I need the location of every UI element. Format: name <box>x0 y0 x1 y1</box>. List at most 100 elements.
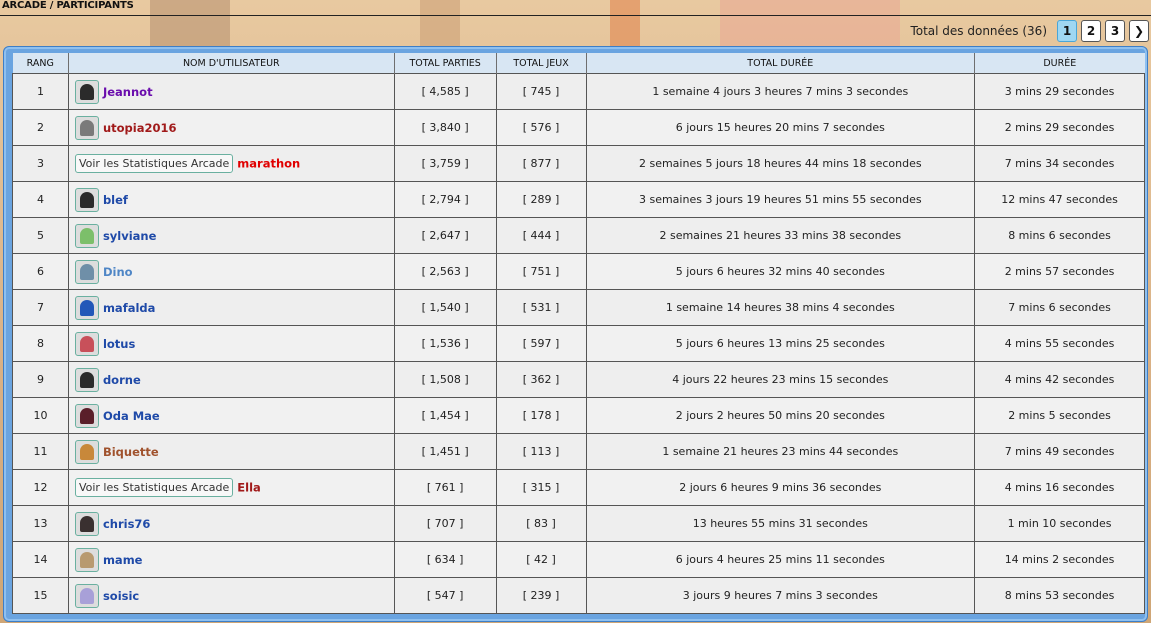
table-row: 8 lotus [ 1,536 ][ 597 ] 5 jours 6 heures 1… <box>12 325 1145 362</box>
username-link[interactable]: Ella <box>237 481 261 495</box>
total-duree-cell: 1 semaine 14 heures 38 mins 4 secondes <box>585 289 976 326</box>
total-duree-cell: 2 semaines 5 jours 18 heures 44 mins 18 … <box>585 145 976 182</box>
avatar[interactable] <box>74 367 99 392</box>
total-jeux-cell: [ 239 ] <box>495 577 587 614</box>
username-cell: chris76 <box>67 505 395 542</box>
header-total-jeux[interactable]: TOTAL JEUX <box>495 53 586 74</box>
total-parties-cell: [ 3,759 ] <box>393 145 497 182</box>
top-bar: ARCADE / PARTICIPANTS <box>0 0 1151 16</box>
avatar[interactable] <box>74 547 99 572</box>
total-records-label: Total des données (36) <box>910 24 1047 38</box>
total-jeux-cell: [ 576 ] <box>495 109 587 146</box>
total-jeux-cell: [ 877 ] <box>495 145 587 182</box>
rank-cell: 13 <box>12 505 69 542</box>
avatar[interactable] <box>74 295 99 320</box>
total-duree-cell: 3 semaines 3 jours 19 heures 51 mins 55 … <box>585 181 976 218</box>
table-row: 4 blef [ 2,794 ][ 289 ] 3 semaines 3 jours … <box>12 181 1145 218</box>
avatar-figure-icon <box>79 191 94 208</box>
username-link[interactable]: sylviane <box>103 229 156 243</box>
avatar[interactable] <box>74 583 99 608</box>
rank-cell: 1 <box>12 73 69 110</box>
broken-avatar-image[interactable]: Voir les Statistiques Arcade <box>74 478 234 497</box>
header-username[interactable]: NOM D'UTILISATEUR <box>67 53 395 74</box>
page-button-2[interactable]: 2 <box>1081 20 1101 42</box>
username-cell: blef <box>67 181 395 218</box>
username-link[interactable]: lotus <box>103 337 135 351</box>
username-link[interactable]: Jeannot <box>103 85 153 99</box>
username-link[interactable]: Biquette <box>103 445 159 459</box>
total-parties-cell: [ 2,647 ] <box>393 217 497 254</box>
total-jeux-cell: [ 745 ] <box>495 73 587 110</box>
rank-cell: 11 <box>12 433 69 470</box>
table-row: 11 Biquette [ 1,451 ][ 113 ] 1 semaine 21 h… <box>12 433 1145 470</box>
duree-cell: 7 mins 34 secondes <box>974 145 1145 182</box>
avatar[interactable] <box>74 79 99 104</box>
header-duree[interactable]: DURÉE <box>974 53 1145 74</box>
total-jeux-cell: [ 178 ] <box>495 397 587 434</box>
username-link[interactable]: utopia2016 <box>103 121 177 135</box>
username-cell: lotus <box>67 325 395 362</box>
total-jeux-cell: [ 289 ] <box>495 181 587 218</box>
username-link[interactable]: marathon <box>237 157 300 171</box>
table-row: 7 mafalda [ 1,540 ][ 531 ] 1 semaine 14 heu… <box>12 289 1145 326</box>
username-link[interactable]: mame <box>103 553 143 567</box>
total-parties-cell: [ 4,585 ] <box>393 73 497 110</box>
rank-cell: 2 <box>12 109 69 146</box>
avatar-figure-icon <box>79 83 94 100</box>
table-row: 14 mame [ 634 ][ 42 ] 6 jours 4 heures 25 m… <box>12 541 1145 578</box>
page-button-3[interactable]: 3 <box>1105 20 1125 42</box>
rank-cell: 8 <box>12 325 69 362</box>
duree-cell: 8 mins 53 secondes <box>974 577 1145 614</box>
avatar[interactable] <box>74 403 99 428</box>
username-link[interactable]: chris76 <box>103 517 150 531</box>
table-row: 1 Jeannot [ 4,585 ][ 745 ] 1 semaine 4 jour… <box>12 73 1145 110</box>
total-parties-cell: [ 1,454 ] <box>393 397 497 434</box>
rank-cell: 7 <box>12 289 69 326</box>
table-row: 6 Dino [ 2,563 ][ 751 ] 5 jours 6 heures 32… <box>12 253 1145 290</box>
total-jeux-cell: [ 444 ] <box>495 217 587 254</box>
avatar[interactable] <box>74 511 99 536</box>
page-button-1[interactable]: 1 <box>1057 20 1077 42</box>
avatar-figure-icon <box>79 587 94 604</box>
total-jeux-cell: [ 751 ] <box>495 253 587 290</box>
duree-cell: 4 mins 55 secondes <box>974 325 1145 362</box>
username-link[interactable]: soisic <box>103 589 139 603</box>
username-link[interactable]: blef <box>103 193 128 207</box>
username-link[interactable]: Dino <box>103 265 133 279</box>
username-link[interactable]: dorne <box>103 373 141 387</box>
avatar[interactable] <box>74 259 99 284</box>
username-link[interactable]: mafalda <box>103 301 155 315</box>
participants-panel: RANG NOM D'UTILISATEUR TOTAL PARTIES TOT… <box>3 46 1148 622</box>
next-page-icon[interactable]: ❯ <box>1129 20 1149 42</box>
avatar[interactable] <box>74 223 99 248</box>
header-rank[interactable]: RANG <box>12 53 69 74</box>
username-link[interactable]: Oda Mae <box>103 409 160 423</box>
avatar-figure-icon <box>79 299 94 316</box>
total-duree-cell: 4 jours 22 heures 23 mins 15 secondes <box>585 361 976 398</box>
username-cell: Dino <box>67 253 395 290</box>
total-parties-cell: [ 634 ] <box>393 541 497 578</box>
rank-cell: 6 <box>12 253 69 290</box>
avatar[interactable] <box>74 439 99 464</box>
header-total-parties[interactable]: TOTAL PARTIES <box>393 53 497 74</box>
total-jeux-cell: [ 362 ] <box>495 361 587 398</box>
table-row: 12 Voir les Statistiques Arcade Ella[ 761 … <box>12 469 1145 506</box>
avatar[interactable] <box>74 187 99 212</box>
total-parties-cell: [ 707 ] <box>393 505 497 542</box>
duree-cell: 14 mins 2 secondes <box>974 541 1145 578</box>
avatar[interactable] <box>74 115 99 140</box>
username-cell: Biquette <box>67 433 395 470</box>
total-parties-cell: [ 1,451 ] <box>393 433 497 470</box>
total-duree-cell: 1 semaine 21 heures 23 mins 44 secondes <box>585 433 976 470</box>
header-total-duree[interactable]: TOTAL DURÉE <box>585 53 975 74</box>
avatar[interactable] <box>74 331 99 356</box>
username-cell: sylviane <box>67 217 395 254</box>
username-cell: dorne <box>67 361 395 398</box>
pagination: Total des données (36) 1 2 3 ❯ <box>910 19 1149 43</box>
duree-cell: 3 mins 29 secondes <box>974 73 1145 110</box>
rank-cell: 9 <box>12 361 69 398</box>
avatar-figure-icon <box>79 371 94 388</box>
rank-cell: 14 <box>12 541 69 578</box>
broken-avatar-image[interactable]: Voir les Statistiques Arcade <box>74 154 234 173</box>
username-cell: mafalda <box>67 289 395 326</box>
